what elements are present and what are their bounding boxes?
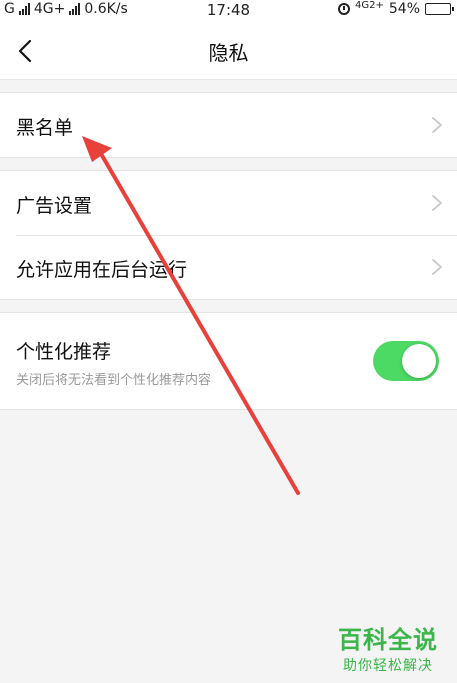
row-label-ad-settings: 广告设置 [16,195,93,217]
battery-icon [425,3,454,15]
chevron-right-icon [432,195,442,211]
watermark-logo: 百科全说 助你轻松解决 [333,620,443,675]
group-blacklist: 黑名单 [0,92,457,158]
group-settings: 广告设置 允许应用在后台运行 [0,170,457,300]
page-title: 隐私 [208,41,249,65]
toggle-knob [402,344,436,378]
alarm-icon [338,3,351,15]
status-right: 4G2+ 54% [338,0,454,17]
battery-percent: 54% [388,1,420,17]
personalized-toggle[interactable] [373,341,439,381]
row-blacklist[interactable]: 黑名单 [0,93,457,157]
chevron-right-icon [432,259,442,275]
watermark-subtitle: 助你轻松解决 [343,658,433,674]
status-bar: G 4G+ 0.6K/s 17:48 4G2+ 54% [0,0,457,22]
watermark-title: 百科全说 [338,626,438,654]
chevron-right-icon [432,117,442,133]
row-label-blacklist: 黑名单 [16,117,74,139]
row-label-background-run: 允许应用在后台运行 [16,259,188,281]
toggle-description: 关闭后将无法看到个性化推荐内容 [16,373,212,388]
group-personalized: 个性化推荐 关闭后将无法看到个性化推荐内容 [0,312,457,410]
row-ad-settings[interactable]: 广告设置 [0,171,457,235]
network-right-label: 4G2+ [355,0,384,11]
toggle-title: 个性化推荐 [16,341,112,363]
nav-bar: 隐私 [0,22,457,80]
row-personalized-recommendation: 个性化推荐 关闭后将无法看到个性化推荐内容 [0,313,457,409]
row-background-run[interactable]: 允许应用在后台运行 [0,235,457,299]
